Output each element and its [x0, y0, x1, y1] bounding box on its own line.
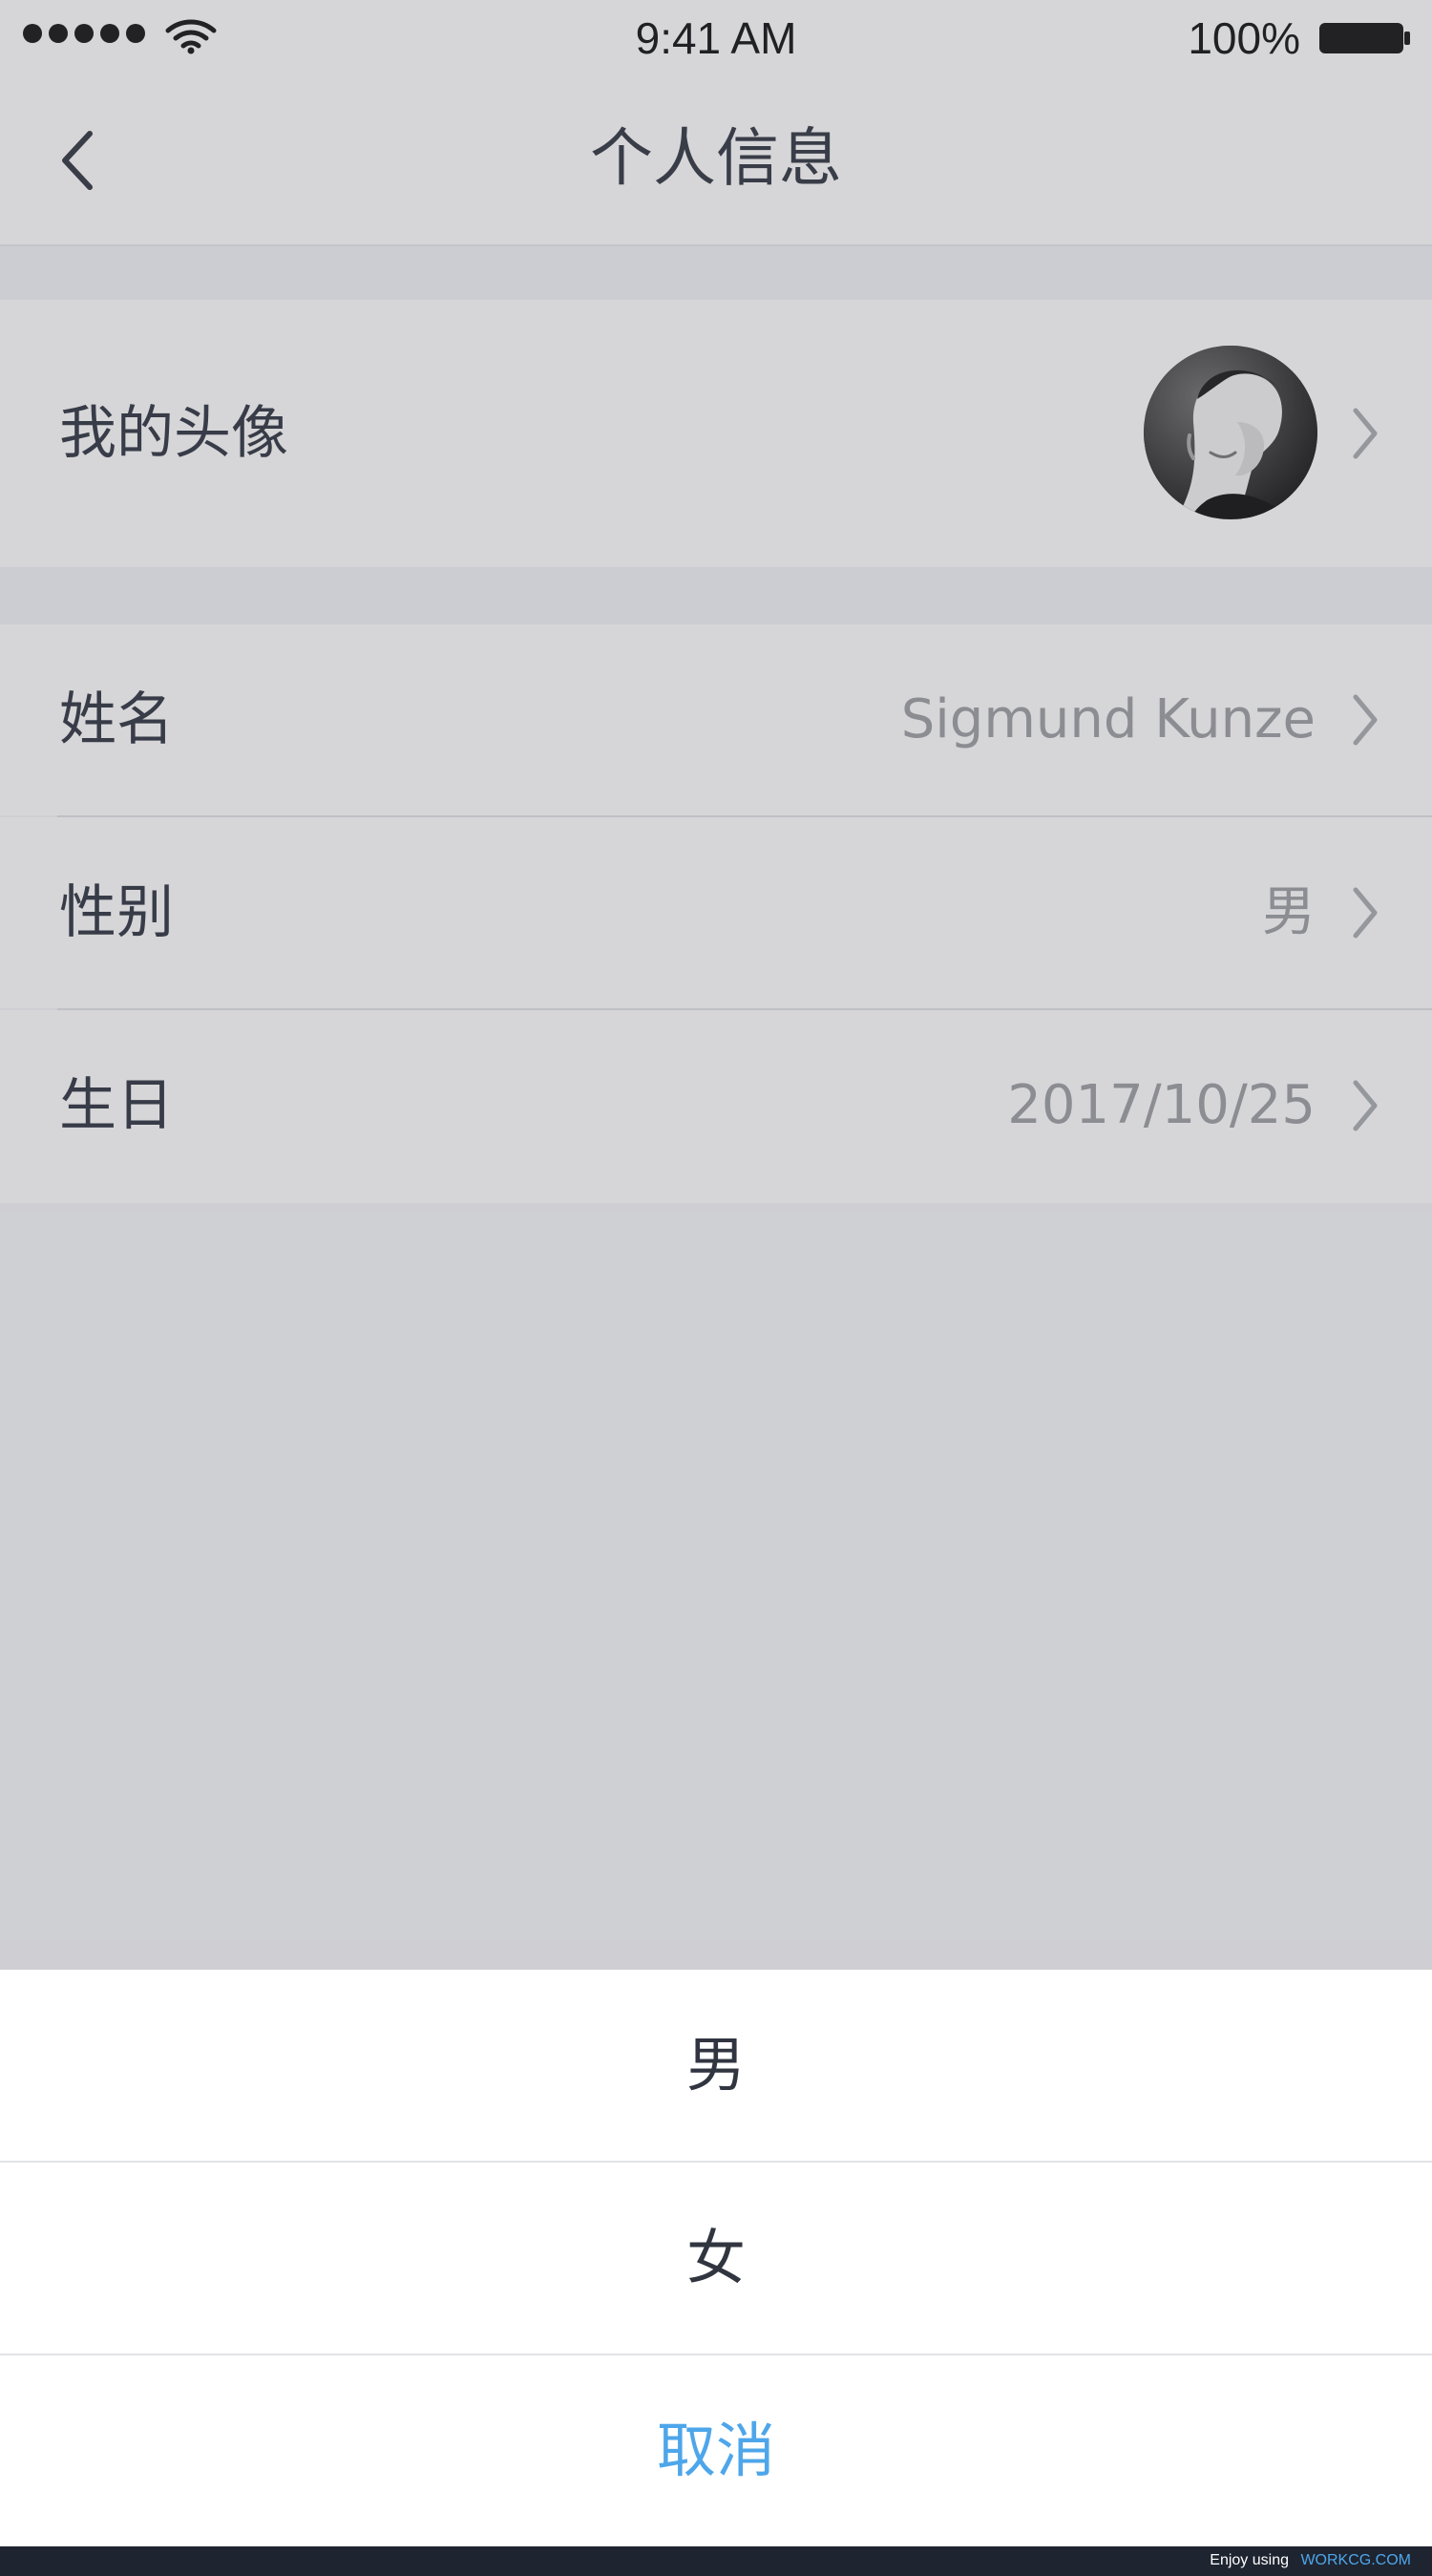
- profile-screen: 9:41 AM 100% 个人信息 我的头像 姓名 Sigmund Kunze …: [0, 0, 1432, 2576]
- option-male-button[interactable]: 男: [0, 1970, 1432, 2161]
- chevron-right-icon: [1353, 408, 1378, 459]
- avatar-label: 我的头像: [59, 400, 288, 467]
- section-gap-top: [0, 246, 1432, 300]
- watermark-bar: Enjoy using WORKCG.COM: [0, 2546, 1432, 2576]
- name-label: 姓名: [59, 686, 174, 753]
- nav-bar: 个人信息: [0, 76, 1432, 246]
- chevron-right-icon: [1353, 887, 1378, 939]
- birthday-row[interactable]: 生日 2017/10/25: [0, 1010, 1432, 1203]
- section-gap-middle: [0, 567, 1432, 624]
- birthday-value: 2017/10/25: [1007, 1074, 1316, 1136]
- page-title: 个人信息: [590, 121, 842, 195]
- avatar-row[interactable]: 我的头像: [0, 300, 1432, 567]
- avatar[interactable]: [1144, 346, 1317, 519]
- gender-action-sheet: 男 女 取消: [0, 1970, 1432, 2546]
- name-row[interactable]: 姓名 Sigmund Kunze: [0, 624, 1432, 815]
- profile-avatar-image: [1144, 346, 1317, 519]
- watermark-prefix: Enjoy using: [1210, 2552, 1289, 2568]
- cancel-button[interactable]: 取消: [0, 2355, 1432, 2546]
- watermark-text: Enjoy using WORKCG.COM: [1210, 2551, 1411, 2570]
- birthday-label: 生日: [59, 1072, 174, 1139]
- gender-label: 性别: [59, 879, 174, 946]
- status-bar: 9:41 AM 100%: [0, 0, 1432, 76]
- battery-icon: [1319, 23, 1410, 53]
- battery-percent: 100%: [1188, 13, 1300, 63]
- chevron-right-icon: [1353, 1080, 1378, 1131]
- chevron-right-icon: [1353, 694, 1378, 746]
- option-female-button[interactable]: 女: [0, 2163, 1432, 2354]
- gender-value: 男: [1262, 881, 1316, 943]
- gender-row[interactable]: 性别 男: [0, 817, 1432, 1008]
- name-value: Sigmund Kunze: [900, 688, 1316, 750]
- watermark-brand: WORKCG.COM: [1300, 2552, 1411, 2568]
